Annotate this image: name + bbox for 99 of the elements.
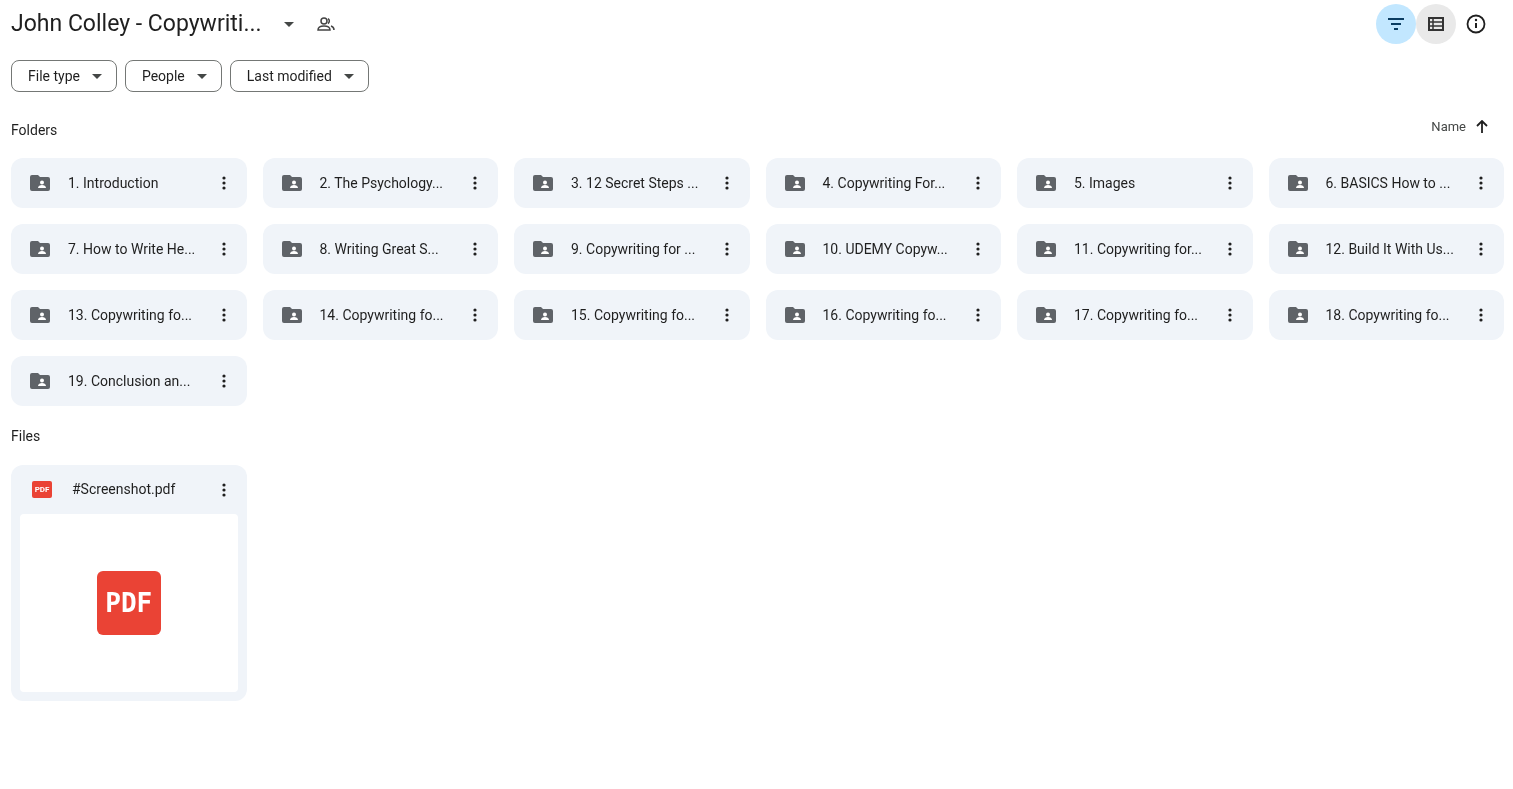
info-icon [1466,14,1486,34]
folder-name: 4. Copywriting For... [822,173,947,193]
shared-folder-icon [30,241,50,257]
folder-name: 5. Images [1074,173,1137,193]
folder-card[interactable]: 4. Copywriting For... [765,158,1001,208]
shared-folder-icon [1287,175,1308,191]
list-view-button[interactable] [1416,4,1456,44]
folder-card[interactable]: 6. BASICS How to ... [1268,158,1504,208]
more-vertical-icon [221,176,226,190]
shared-folder-icon [1036,175,1056,191]
caret-icon [91,73,102,79]
folder-title: John Colley - Copywriti... [11,8,262,39]
more-vertical-icon [221,242,226,256]
shared-folder-icon [784,241,805,257]
more-vertical-icon [221,374,226,388]
folder-name: 19. Conclusion an... [68,371,192,391]
pdf-icon: PDF [96,571,161,635]
folder-name: 18. Copywriting fo... [1325,305,1451,325]
folder-name: 7. How to Write He... [68,239,197,259]
folder-name: 6. BASICS How to ... [1325,173,1452,193]
more-vertical-icon [724,242,729,256]
caret-icon [283,21,294,27]
folder-card[interactable]: 13. Copywriting fo... [11,290,247,340]
shared-folder-icon [30,373,50,389]
folder-name: 13. Copywriting fo... [68,305,194,325]
folder-card[interactable]: 2. The Psychology... [262,158,498,208]
shared-folder-icon [1287,307,1308,323]
folder-name: 9. Copywriting for ... [571,239,697,259]
filter-button[interactable] [1376,4,1416,44]
folder-name: 16. Copywriting fo... [822,305,948,325]
sort-button[interactable]: Name [1431,116,1488,137]
more-vertical-icon [1479,176,1483,190]
filter-icon [1388,18,1404,30]
folder-name: 10. UDEMY Copyw... [822,239,949,259]
more-vertical-icon [976,176,980,190]
list-view-icon [1428,17,1444,31]
more-vertical-icon [724,308,729,322]
shared-folder-icon [281,307,302,323]
more-vertical-icon [473,308,477,322]
shared-folder-icon [281,175,302,191]
shared-folder-icon [30,175,50,191]
shared-folder-icon [281,241,302,257]
folder-card[interactable]: 1. Introduction [11,158,247,208]
more-vertical-icon [1479,308,1483,322]
more-vertical-icon [1227,176,1232,190]
folder-name: 1. Introduction [68,173,160,193]
folder-card[interactable]: 14. Copywriting fo... [262,290,498,340]
folder-card[interactable]: 16. Copywriting fo... [765,290,1001,340]
folder-card[interactable]: 11. Copywriting for... [1017,224,1253,274]
more-vertical-icon [1479,242,1483,256]
filter-chip[interactable]: People [124,60,222,92]
shared-folder-icon [1036,307,1056,323]
caret-icon [196,73,207,79]
file-name: #Screenshot.pdf [72,480,177,499]
shared-folder-icon [784,175,805,191]
folder-name: 2. The Psychology... [319,173,445,193]
more-vertical-icon [221,482,226,497]
shared-folder-icon [784,307,805,323]
folder-card[interactable]: 15. Copywriting fo... [514,290,750,340]
folder-card[interactable]: 7. How to Write He... [11,224,247,274]
folder-card[interactable]: 5. Images [1017,158,1253,208]
shared-folder-icon [533,175,553,191]
pdf-icon: PDF [32,481,52,498]
folder-name: 14. Copywriting fo... [319,305,445,325]
folder-name: 17. Copywriting fo... [1074,305,1200,325]
more-vertical-icon [976,242,980,256]
folder-card[interactable]: 8. Writing Great S... [262,224,498,274]
arrow-up-icon [1476,120,1488,133]
more-vertical-icon [1227,242,1232,256]
section-heading: Folders [11,121,58,140]
folder-name: 11. Copywriting for... [1074,239,1203,259]
folder-name: 3. 12 Secret Steps ... [571,173,700,193]
folder-card[interactable]: 3. 12 Secret Steps ... [514,158,750,208]
more-vertical-icon [724,176,729,190]
shared-folder-icon [1287,241,1308,257]
folder-name: 8. Writing Great S... [319,239,440,259]
more-vertical-icon [221,308,226,322]
filter-chip[interactable]: Last modified [229,60,369,92]
shared-folder-icon [533,307,553,323]
folder-card[interactable]: 12. Build It With Us... [1268,224,1504,274]
shared-folder-icon [533,241,553,257]
file-card[interactable]: PDF #Screenshot.pdf PDF [11,465,247,701]
more-vertical-icon [976,308,980,322]
shared-folder-icon [30,307,50,323]
folder-card[interactable]: 18. Copywriting fo... [1268,290,1504,340]
more-vertical-icon [473,176,477,190]
more-vertical-icon [1227,308,1232,322]
shared-folder-icon [1036,241,1056,257]
folder-card[interactable]: 10. UDEMY Copyw... [765,224,1001,274]
more-vertical-icon [473,242,477,256]
section-heading: Files [11,428,41,444]
people-icon [316,17,335,31]
folder-card[interactable]: 17. Copywriting fo... [1017,290,1253,340]
folder-card[interactable]: 19. Conclusion an... [11,356,247,406]
folder-name: 15. Copywriting fo... [571,305,697,325]
folder-card[interactable]: 9. Copywriting for ... [514,224,750,274]
caret-icon [343,73,354,79]
folder-name: 12. Build It With Us... [1325,239,1455,259]
filter-chip[interactable]: File type [11,60,117,92]
